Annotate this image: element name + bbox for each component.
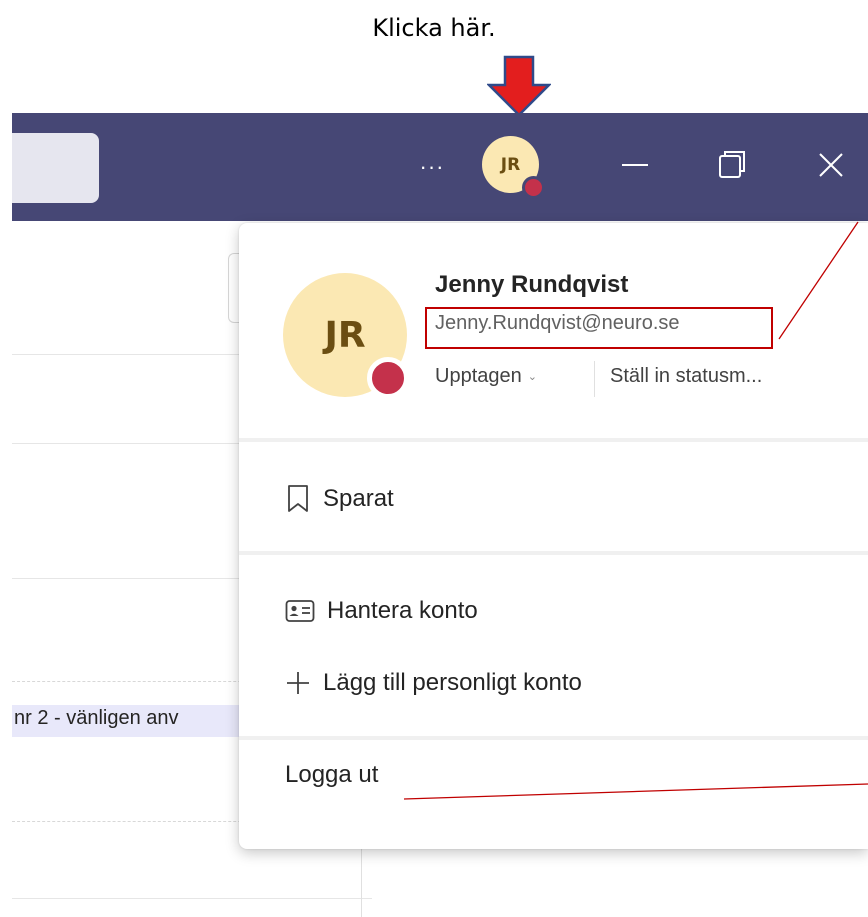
profile-avatar-large[interactable]: JR (283, 273, 409, 399)
profile-avatar-button[interactable]: JR (482, 136, 545, 199)
instruction-caption: Klicka här. (372, 14, 496, 42)
title-bar: ··· JR (12, 113, 868, 221)
add-personal-account-label: Lägg till personligt konto (323, 669, 582, 696)
restore-icon[interactable] (710, 143, 754, 187)
manage-account-label: Hantera konto (327, 597, 478, 624)
pointer-arrow-icon (487, 55, 551, 117)
minimize-icon[interactable] (613, 143, 657, 187)
busy-presence-icon (367, 357, 409, 399)
close-icon[interactable] (809, 143, 853, 187)
background-vertical-divider (361, 846, 362, 917)
status-dropdown[interactable]: Upptagen ⌄ (435, 365, 537, 388)
avatar-initials: JR (324, 314, 366, 356)
saved-label: Sparat (323, 485, 394, 512)
email-highlight-box (425, 307, 773, 349)
search-box[interactable] (12, 133, 99, 203)
status-separator (594, 361, 595, 397)
plus-icon (287, 672, 309, 694)
manage-account-menu-item[interactable]: Hantera konto (285, 597, 478, 625)
busy-presence-icon (522, 176, 545, 199)
more-options-button[interactable]: ··· (412, 147, 452, 187)
profile-menu: JR Jenny Rundqvist Jenny.Rundqvist@neuro… (239, 223, 868, 849)
chevron-down-icon: ⌄ (527, 371, 537, 383)
calendar-event[interactable]: nr 2 - vänligen anv (12, 705, 252, 737)
sign-out-button[interactable]: Logga ut (285, 761, 378, 789)
avatar-initials: JR (500, 154, 521, 175)
saved-menu-item[interactable]: Sparat (285, 484, 394, 514)
user-name: Jenny Rundqvist (435, 271, 629, 298)
background-divider (12, 898, 372, 899)
menu-divider (239, 438, 868, 442)
bookmark-icon (288, 485, 308, 512)
contact-card-icon (285, 600, 315, 622)
add-personal-account-menu-item[interactable]: Lägg till personligt konto (285, 669, 582, 697)
set-status-message-button[interactable]: Ställ in statusm... (610, 365, 762, 388)
status-label: Upptagen (435, 365, 522, 387)
menu-divider (239, 736, 868, 740)
menu-divider (239, 551, 868, 555)
